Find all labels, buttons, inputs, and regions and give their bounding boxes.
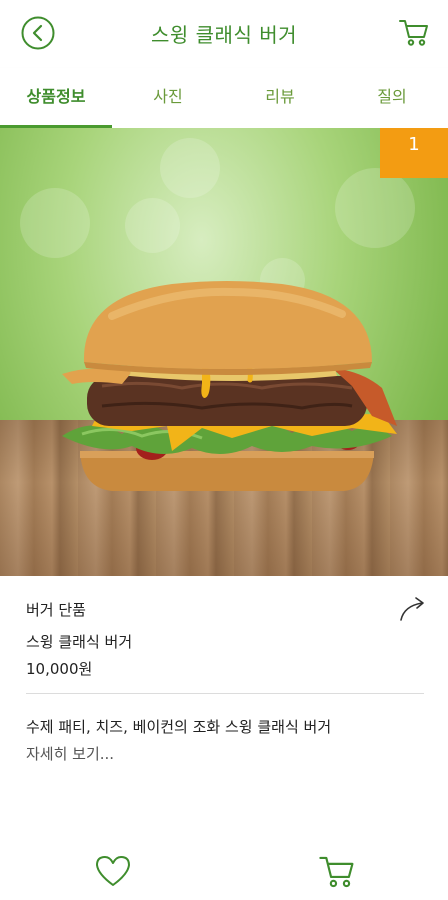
product-description: 수제 패티, 치즈, 베이컨의 조화 스윙 클래식 버거 [26,718,332,736]
product-name: 스윙 클래식 버거 [26,633,133,651]
chevron-left-circle-icon [21,16,55,50]
bokeh-light [125,198,180,253]
divider [26,693,424,694]
back-button[interactable] [20,15,56,51]
tab-questions[interactable]: 질의 [336,68,448,128]
bokeh-light [20,188,90,258]
tab-bar: 상품정보 사진 리뷰 질의 [0,68,448,128]
page-title: 스윙 클래식 버거 [150,23,297,47]
tab-reviews[interactable]: 리뷰 [224,68,336,128]
burger-illustration [62,281,397,491]
share-arrow-icon [400,597,424,621]
bokeh-light [335,168,415,248]
heart-icon [96,856,130,886]
tab-photos[interactable]: 사진 [112,68,224,128]
cart-button[interactable] [398,16,430,48]
app-header: 스윙 클래식 버거 [0,0,448,68]
product-category: 버거 단품 [26,601,86,619]
share-button[interactable] [398,596,428,622]
product-image[interactable]: 1 [0,128,448,576]
add-to-cart-button[interactable] [318,852,356,890]
tab-product-info[interactable]: 상품정보 [0,68,112,128]
like-button[interactable] [94,854,132,888]
image-count-badge: 1 [380,128,448,178]
bottom-action-bar [0,840,448,900]
product-price: 10,000원 [26,660,93,678]
bokeh-light [160,138,220,198]
more-details-link[interactable]: 자세히 보기... [26,743,114,764]
cart-icon [319,856,354,888]
cart-icon [399,20,428,46]
